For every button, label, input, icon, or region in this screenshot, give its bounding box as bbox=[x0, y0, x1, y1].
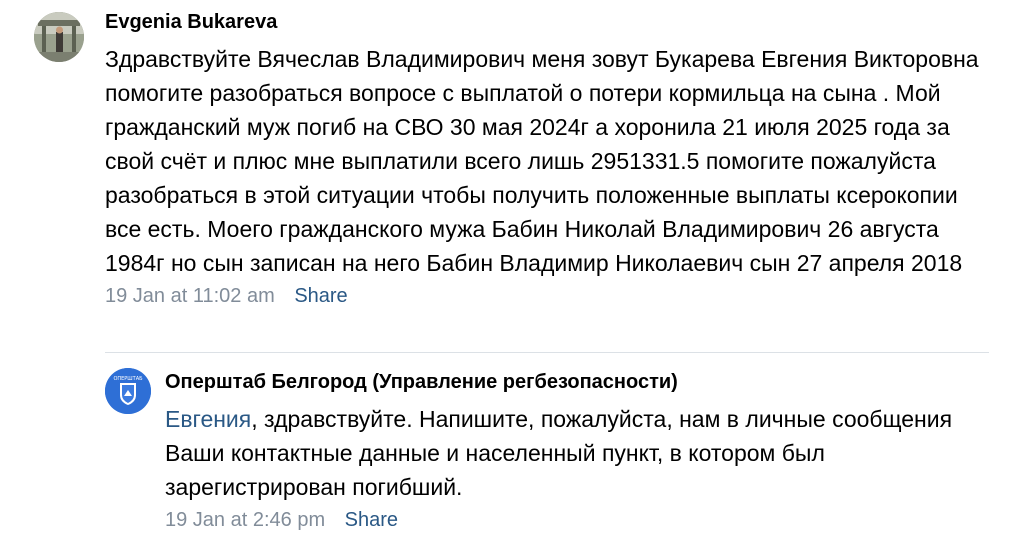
comment-body: Evgenia Bukareva Здравствуйте Вячеслав В… bbox=[105, 8, 1000, 310]
share-button[interactable]: Share bbox=[294, 285, 347, 307]
avatar[interactable] bbox=[34, 12, 84, 62]
reply-body: Оперштаб Белгород (Управление регбезопас… bbox=[165, 366, 985, 534]
mention-link[interactable]: Евгения bbox=[165, 406, 251, 432]
comment-text: Здравствуйте Вячеслав Владимирович меня … bbox=[105, 46, 979, 276]
comment-meta: 19 Jan at 11:02 am Share bbox=[105, 282, 1000, 310]
reply-author[interactable]: Оперштаб Белгород (Управление регбезопас… bbox=[165, 366, 985, 398]
reply-timestamp[interactable]: 19 Jan at 2:46 pm bbox=[165, 509, 325, 531]
avatar-photo bbox=[34, 12, 84, 62]
reply-text-block: Евгения, здравствуйте. Напишите, пожалуй… bbox=[165, 402, 985, 504]
divider bbox=[105, 352, 989, 353]
emblem-icon: ОПЕРШТАБ bbox=[105, 368, 151, 414]
reply-text: , здравствуйте. Напишите, пожалуйста, на… bbox=[165, 406, 953, 500]
avatar-label: ОПЕРШТАБ bbox=[113, 376, 143, 382]
comment-author[interactable]: Evgenia Bukareva bbox=[105, 8, 1000, 36]
share-button[interactable]: Share bbox=[345, 509, 398, 531]
reply-meta: 19 Jan at 2:46 pm Share bbox=[165, 506, 985, 534]
comment-timestamp[interactable]: 19 Jan at 11:02 am bbox=[105, 285, 275, 307]
reply-avatar[interactable]: ОПЕРШТАБ bbox=[105, 368, 151, 414]
